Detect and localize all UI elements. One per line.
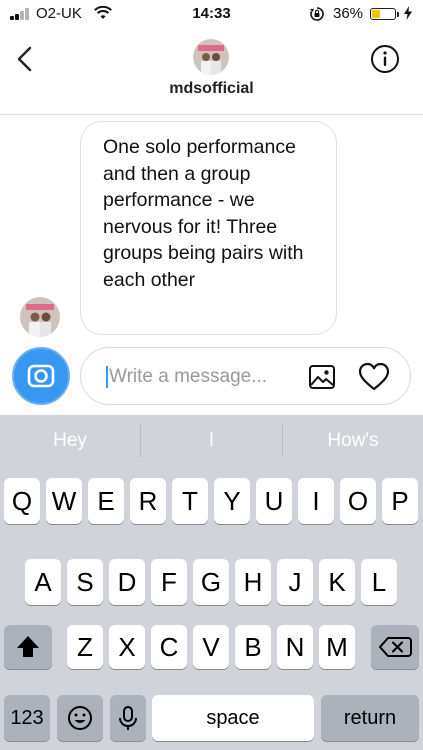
return-key[interactable]: return: [321, 695, 419, 741]
chevron-left-icon: [17, 46, 32, 72]
key[interactable]: X: [109, 625, 145, 669]
profile-avatar[interactable]: [193, 39, 229, 75]
key-label: P: [391, 486, 409, 516]
key-label: I: [312, 486, 320, 516]
info-icon: [371, 45, 399, 73]
key-label: N: [285, 632, 305, 662]
avatar-image: [193, 39, 229, 75]
orientation-lock-icon: [310, 7, 324, 21]
key[interactable]: Z: [67, 625, 103, 669]
key-label: D: [117, 567, 137, 597]
key-label: V: [202, 632, 220, 662]
dictation-key[interactable]: [110, 695, 146, 741]
key-label: H: [243, 567, 263, 597]
key-label: T: [182, 486, 198, 516]
image-icon: [309, 365, 335, 389]
microphone-icon: [119, 706, 137, 730]
key-label: W: [51, 486, 77, 516]
key-label: O: [347, 486, 369, 516]
key[interactable]: N: [277, 625, 313, 669]
key-label: J: [288, 567, 302, 597]
key[interactable]: P: [382, 478, 418, 524]
key[interactable]: Y: [214, 478, 250, 524]
key-label: L: [371, 567, 387, 597]
gallery-button[interactable]: [308, 363, 336, 391]
key[interactable]: R: [130, 478, 166, 524]
key[interactable]: C: [151, 625, 187, 669]
battery-tip: [397, 12, 399, 17]
avatar-image: [20, 297, 60, 337]
suggestion-bar: Hey I How's: [0, 415, 423, 466]
conversation-username[interactable]: mdsofficial: [0, 80, 423, 98]
key-label: E: [97, 486, 115, 516]
message-composer: [80, 347, 411, 405]
key-label: M: [326, 632, 348, 662]
key[interactable]: K: [319, 559, 355, 605]
suggestion-2[interactable]: I: [141, 415, 282, 466]
return-key-label: return: [343, 707, 397, 729]
key-label: X: [118, 632, 136, 662]
keyboard: Hey I How's QWERTYUIOPASDFGHJKLZXCVBNM 1…: [0, 415, 423, 750]
key[interactable]: F: [151, 559, 187, 605]
key[interactable]: T: [172, 478, 208, 524]
key[interactable]: J: [277, 559, 313, 605]
key-label: C: [159, 632, 179, 662]
numbers-key-label: 123: [10, 707, 44, 729]
delete-key[interactable]: [371, 625, 419, 669]
heart-icon: [358, 362, 390, 391]
key-label: K: [328, 567, 346, 597]
message-input[interactable]: [109, 362, 289, 392]
key-label: Y: [223, 486, 241, 516]
space-key-label: space: [206, 707, 260, 729]
camera-button[interactable]: [12, 347, 70, 405]
key[interactable]: V: [193, 625, 229, 669]
numbers-key[interactable]: 123: [4, 695, 50, 741]
key-label: B: [244, 632, 262, 662]
key-label: R: [138, 486, 158, 516]
key[interactable]: G: [193, 559, 229, 605]
camera-icon: [27, 364, 55, 388]
battery-level-fill: [372, 10, 380, 18]
sender-avatar[interactable]: [20, 297, 60, 337]
conversation-header: mdsofficial: [0, 28, 423, 115]
key-label: F: [161, 567, 177, 597]
message-bubble[interactable]: One solo performance and then a group pe…: [80, 121, 337, 335]
battery-percentage: 36%: [333, 5, 364, 22]
info-button[interactable]: [370, 44, 400, 74]
key-label: U: [264, 486, 284, 516]
suggestion-1[interactable]: Hey: [0, 415, 140, 466]
key[interactable]: O: [340, 478, 376, 524]
suggestion-3[interactable]: How's: [283, 415, 423, 466]
key-label: A: [34, 567, 52, 597]
key[interactable]: H: [235, 559, 271, 605]
emoji-key[interactable]: [57, 695, 103, 741]
battery-icon: [370, 8, 396, 20]
backspace-icon: [379, 637, 412, 657]
key[interactable]: S: [67, 559, 103, 605]
key-label: G: [200, 567, 222, 597]
space-key[interactable]: space: [152, 695, 314, 741]
key[interactable]: I: [298, 478, 334, 524]
like-button[interactable]: [358, 362, 390, 392]
key[interactable]: U: [256, 478, 292, 524]
shift-key[interactable]: [4, 625, 52, 669]
key-label: S: [76, 567, 94, 597]
back-button[interactable]: [14, 44, 38, 74]
charging-bolt-icon: [404, 6, 412, 20]
key[interactable]: D: [109, 559, 145, 605]
text-cursor: [106, 366, 108, 388]
key-label: Q: [11, 486, 33, 516]
key[interactable]: B: [235, 625, 271, 669]
key-label: Z: [77, 632, 93, 662]
key[interactable]: E: [88, 478, 124, 524]
status-bar: O2-UK 14:33 36%: [0, 0, 423, 28]
key[interactable]: M: [319, 625, 355, 669]
key[interactable]: W: [46, 478, 82, 524]
key[interactable]: Q: [4, 478, 40, 524]
shift-icon: [17, 636, 39, 657]
key[interactable]: A: [25, 559, 61, 605]
key[interactable]: L: [361, 559, 397, 605]
message-text: One solo performance and then a group pe…: [103, 136, 304, 291]
emoji-icon: [68, 706, 92, 730]
